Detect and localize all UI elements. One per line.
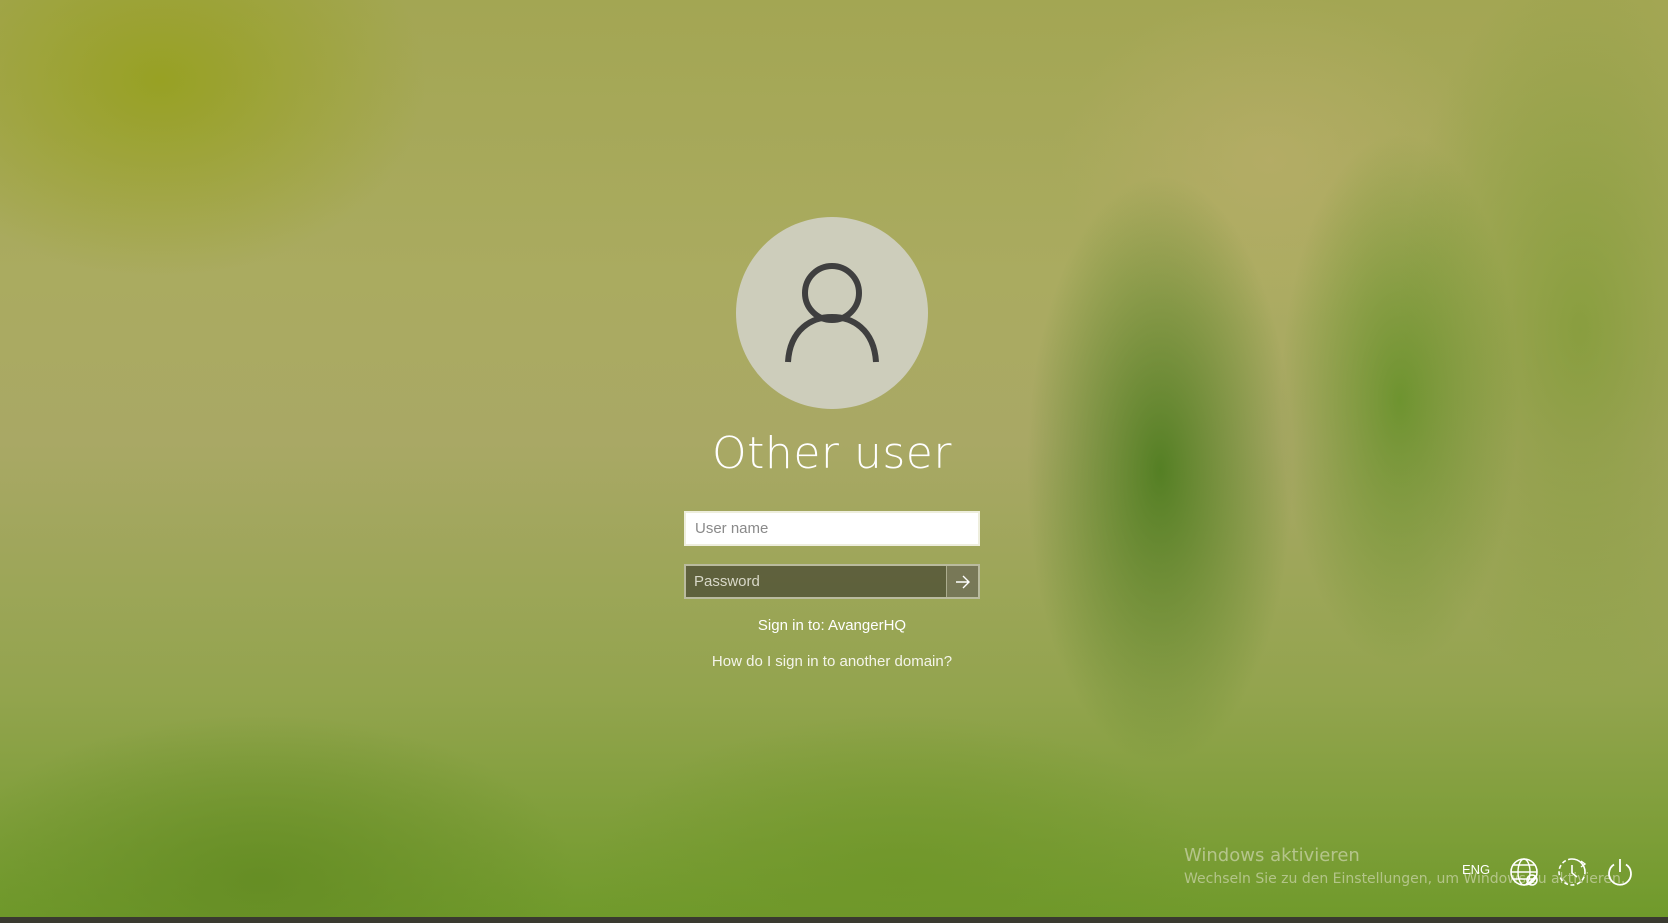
ease-of-access-button[interactable] (1555, 855, 1589, 889)
user-silhouette-icon (785, 263, 879, 363)
globe-network-icon (1510, 858, 1538, 886)
lock-screen: Other user Sign in to: AvangerHQ How do … (0, 0, 1668, 923)
sign-in-domain-text: Sign in to: AvangerHQ (757, 617, 907, 634)
password-input[interactable] (686, 566, 946, 597)
user-title: Other user (712, 428, 952, 479)
other-domain-help-link[interactable]: How do I sign in to another domain? (0, 653, 1664, 670)
power-icon (1608, 859, 1632, 886)
language-indicator[interactable]: ENG (1462, 862, 1490, 877)
arrow-right-icon (955, 575, 970, 588)
power-button[interactable] (1603, 855, 1637, 889)
username-input[interactable] (684, 511, 980, 546)
password-box (684, 564, 980, 599)
ease-of-access-icon (1558, 858, 1587, 886)
bottom-strip (0, 917, 1668, 923)
network-button[interactable] (1507, 855, 1541, 889)
user-avatar (736, 217, 928, 409)
submit-button[interactable] (946, 566, 978, 597)
